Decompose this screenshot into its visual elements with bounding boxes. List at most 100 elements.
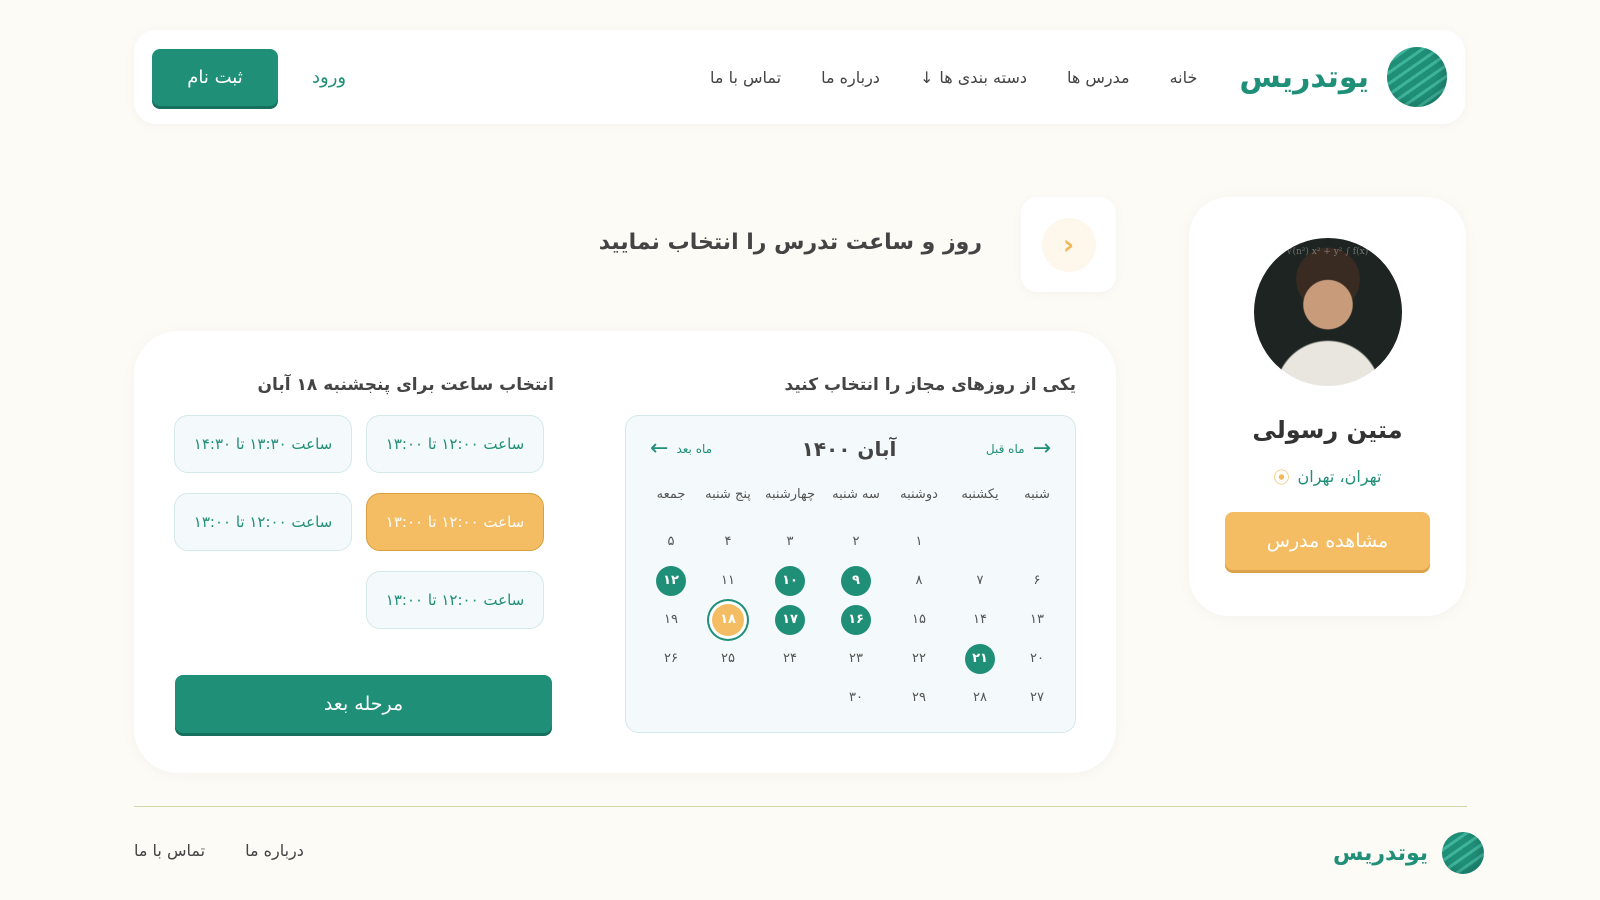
next-month-button[interactable]: ماه بعد ← xyxy=(650,438,712,460)
login-link[interactable]: ورود xyxy=(312,67,346,88)
footer-divider xyxy=(134,806,1467,807)
top-navbar: یوتدریس خانه مدرس ها دسته بندی ها ↓ دربا… xyxy=(134,30,1465,124)
calendar-day-label xyxy=(656,683,686,713)
calendar-day-available[interactable]: ۱۰ xyxy=(757,561,823,600)
calendar-day-label: ۲۳ xyxy=(849,651,863,666)
calendar-day: ۷ xyxy=(949,561,1011,600)
calendar-day-label: ۵ xyxy=(667,534,675,549)
page-title: روز و ساعت تدرس را انتخاب نمایید xyxy=(598,230,982,255)
calendar-day: ۵ xyxy=(643,522,699,561)
calendar-day-label: ۲۲ xyxy=(912,651,926,666)
calendar-day: ۱۵ xyxy=(889,600,949,639)
brand-name: یوتدریس xyxy=(1239,59,1369,95)
time-slot[interactable]: ساعت ۱۲:۰۰ تا ۱۳:۰۰ xyxy=(366,415,544,473)
teacher-card: متین رسولی تهران، تهران ⦿ مشاهده مدرس xyxy=(1189,197,1466,616)
calendar-day-label xyxy=(775,683,805,713)
calendar-day: ۱۳ xyxy=(1011,600,1063,639)
calendar-day-available[interactable]: ۱۷ xyxy=(757,600,823,639)
calendar-day-label: ۲۸ xyxy=(973,690,987,705)
calendar-day-label: ۴ xyxy=(724,534,732,549)
arrow-left-icon: ← xyxy=(650,436,669,461)
calendar-day: ۶ xyxy=(1011,561,1063,600)
calendar-day-label xyxy=(1022,527,1052,557)
calendar-day-label: ۸ xyxy=(915,573,923,588)
calendar-day: ۲۶ xyxy=(643,639,699,678)
time-slot-label: ساعت ۱۳:۳۰ تا ۱۴:۳۰ xyxy=(193,435,333,453)
calendar-day-label: ۲۴ xyxy=(783,651,797,666)
nav-home[interactable]: خانه xyxy=(1170,68,1198,87)
footer-links: درباره ما تماس با ما xyxy=(134,841,304,860)
calendar: → ماه قبل آبان ۱۴۰۰ ماه بعد ← شنبه یکشنبه… xyxy=(625,415,1076,733)
calendar-day-available[interactable]: ۹ xyxy=(823,561,889,600)
calendar-day: ۲ xyxy=(823,522,889,561)
booking-card: یکی از روزهای مجاز را انتخاب کنید انتخاب… xyxy=(134,331,1116,773)
calendar-day-available[interactable]: ۲۱ xyxy=(949,639,1011,678)
footer-link-about[interactable]: درباره ما xyxy=(245,841,304,860)
calendar-day-selected[interactable]: ۱۸ xyxy=(699,600,757,639)
calendar-day-label: ۱۹ xyxy=(664,612,678,627)
calendar-day-label xyxy=(713,683,743,713)
signup-button[interactable]: ثبت نام xyxy=(152,48,278,106)
time-slot[interactable]: ساعت ۱۲:۰۰ تا ۱۳:۰۰ xyxy=(366,571,544,629)
teacher-avatar xyxy=(1253,238,1402,386)
time-slot[interactable]: ساعت ۱۲:۰۰ تا ۱۳:۰۰ xyxy=(174,493,352,551)
main-nav: خانه مدرس ها دسته بندی ها ↓ درباره ما تم… xyxy=(710,68,1197,87)
calendar-day-label: ۱۱ xyxy=(721,573,735,588)
calendar-day-empty xyxy=(699,678,757,717)
nav-teachers[interactable]: مدرس ها xyxy=(1067,68,1130,87)
nav-categories-label: دسته بندی ها xyxy=(939,67,1027,87)
nav-about[interactable]: درباره ما xyxy=(821,68,880,87)
calendar-day: ۱۹ xyxy=(643,600,699,639)
back-button[interactable]: › xyxy=(1021,197,1116,292)
time-section-title: انتخاب ساعت برای پنجشنبه ۱۸ آبان xyxy=(257,375,554,395)
calendar-day-available[interactable]: ۱۶ xyxy=(823,600,889,639)
prev-month-label: ماه قبل xyxy=(985,442,1025,456)
calendar-day-label: ۱۸ xyxy=(712,603,744,636)
calendar-grid: شنبه یکشنبه دوشنبه سه شنبه چهارشنبه پنج شنبه ج… xyxy=(626,482,1075,717)
calendar-day: ۲۸ xyxy=(949,678,1011,717)
weekday-header: چهارشنبه xyxy=(765,487,815,502)
footer-link-contact[interactable]: تماس با ما xyxy=(134,841,205,860)
location-pin-icon: ⦿ xyxy=(1273,468,1290,487)
time-slot-label: ساعت ۱۲:۰۰ تا ۱۳:۰۰ xyxy=(385,591,525,609)
calendar-day-label: ۱۲ xyxy=(656,565,686,596)
brand[interactable]: یوتدریس xyxy=(1239,47,1447,107)
time-slot-label: ساعت ۱۲:۰۰ تا ۱۳:۰۰ xyxy=(385,435,525,453)
prev-month-button[interactable]: → ماه قبل xyxy=(986,438,1051,460)
chevron-right-icon: › xyxy=(1041,217,1096,272)
calendar-day-label: ۱۶ xyxy=(841,604,871,635)
calendar-day: ۲۰ xyxy=(1011,639,1063,678)
calendar-day-label: ۱۵ xyxy=(912,612,926,627)
calendar-day-empty xyxy=(1011,522,1063,561)
calendar-day-available[interactable]: ۱۲ xyxy=(643,561,699,600)
view-teacher-button[interactable]: مشاهده مدرس xyxy=(1225,512,1430,570)
time-slot[interactable]: ساعت ۱۳:۳۰ تا ۱۴:۳۰ xyxy=(174,415,352,473)
calendar-day-label: ۲۷ xyxy=(1030,690,1044,705)
arrow-down-icon: ↓ xyxy=(919,67,934,87)
weekday-header: شنبه xyxy=(1024,487,1050,502)
calendar-day-empty xyxy=(643,678,699,717)
footer-brand[interactable]: یوتدریس xyxy=(1333,832,1485,874)
calendar-day-label: ۷ xyxy=(976,573,984,588)
weekday-header: سه شنبه xyxy=(832,487,880,502)
calendar-day: ۴ xyxy=(699,522,757,561)
weekday-header: پنج شنبه xyxy=(705,487,751,502)
nav-categories[interactable]: دسته بندی ها ↓ xyxy=(920,68,1027,87)
calendar-day: ۲۳ xyxy=(823,639,889,678)
calendar-day-label: ۱۳ xyxy=(1030,612,1044,627)
calendar-day-label: ۲۰ xyxy=(1030,651,1044,666)
calendar-section-title: یکی از روزهای مجاز را انتخاب کنید xyxy=(784,375,1077,395)
calendar-day-label: ۲۵ xyxy=(721,651,735,666)
next-step-button[interactable]: مرحله بعد xyxy=(175,675,552,733)
teacher-location: تهران، تهران ⦿ xyxy=(1189,464,1466,488)
calendar-day-label: ۲۹ xyxy=(912,690,926,705)
time-slot-selected[interactable]: ساعت ۱۲:۰۰ تا ۱۳:۰۰ xyxy=(366,493,544,551)
header-actions: ورود ثبت نام xyxy=(152,48,346,106)
nav-contact[interactable]: تماس با ما xyxy=(710,68,781,87)
weekday-header: جمعه xyxy=(656,487,686,502)
calendar-day-label: ۶ xyxy=(1033,573,1041,588)
calendar-day: ۱ xyxy=(889,522,949,561)
next-month-label: ماه بعد xyxy=(676,442,713,456)
logo-icon xyxy=(1442,832,1485,874)
arrow-right-icon: → xyxy=(1032,436,1051,461)
